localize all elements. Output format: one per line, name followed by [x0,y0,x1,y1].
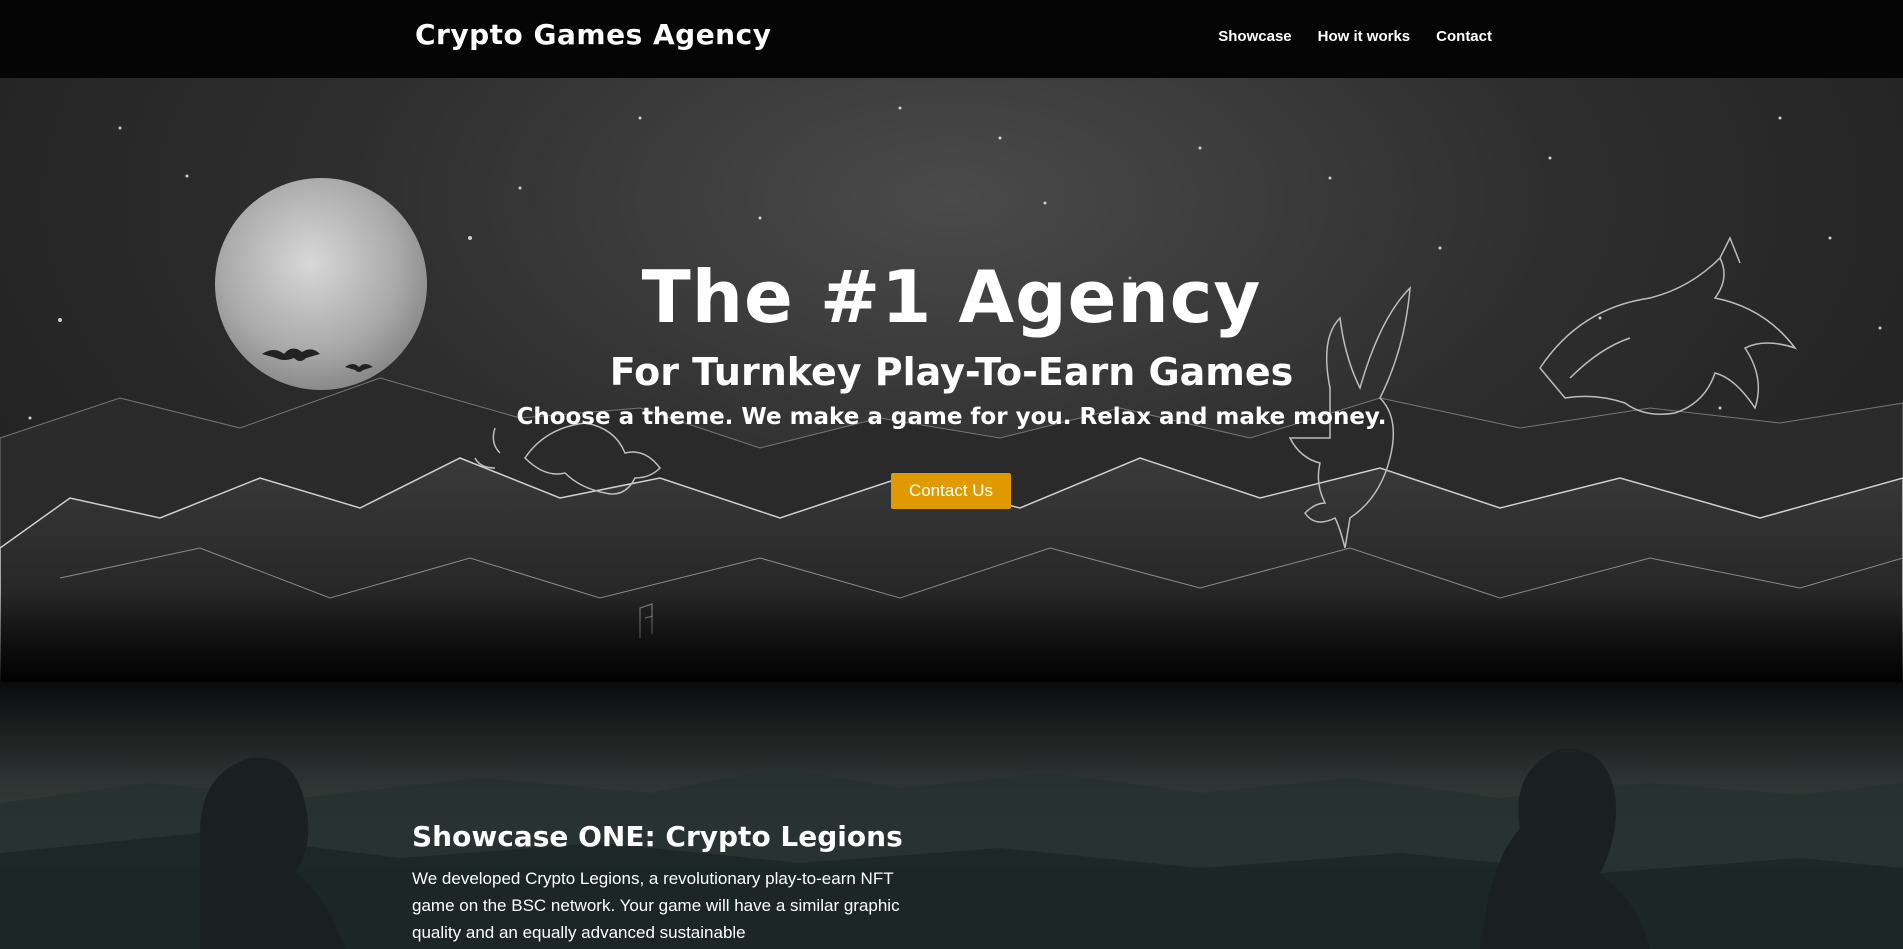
main-nav: Showcase How it works Contact [1218,28,1492,45]
showcase-description: We developed Crypto Legions, a revolutio… [412,869,900,942]
hero-title: The #1 Agency [641,255,1262,339]
showcase-title: Showcase ONE: Crypto Legions [412,820,903,853]
site-logo[interactable]: Crypto Games Agency [415,18,771,51]
nav-showcase[interactable]: Showcase [1218,28,1291,45]
hero-subtitle: For Turnkey Play-To-Earn Games [609,350,1294,394]
page: Crypto Games Agency Showcase How it work… [0,0,1903,949]
site-header: Crypto Games Agency Showcase How it work… [0,0,1903,78]
hero-section: The #1 Agency For Turnkey Play-To-Earn G… [0,78,1903,683]
showcase-section: Showcase ONE: Crypto Legions We develope… [0,683,1903,949]
hero-bottom-fade [0,593,1903,683]
nav-contact[interactable]: Contact [1436,28,1492,45]
hero-tagline: Choose a theme. We make a game for you. … [516,404,1387,430]
contact-us-button[interactable]: Contact Us [891,473,1011,509]
nav-how-it-works[interactable]: How it works [1318,28,1411,45]
showcase-background-image [0,748,1903,949]
